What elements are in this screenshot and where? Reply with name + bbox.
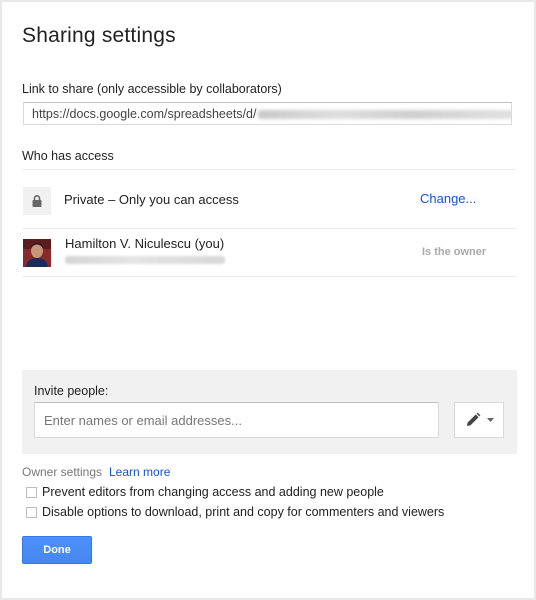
- invite-people-label: Invite people:: [34, 384, 109, 398]
- owner-name: Hamilton V. Niculescu (you): [65, 236, 225, 251]
- lock-icon-box: [23, 187, 51, 215]
- divider: [22, 169, 516, 170]
- who-has-access-label: Who has access: [22, 149, 114, 163]
- redacted-owner-email: [65, 256, 225, 264]
- invite-email-input[interactable]: [34, 402, 439, 438]
- disable-download-checkbox[interactable]: [26, 506, 37, 518]
- avatar: [23, 239, 51, 267]
- prevent-editors-label: Prevent editors from changing access and…: [42, 485, 384, 499]
- divider: [22, 276, 516, 277]
- invite-people-panel: Invite people:: [22, 370, 517, 454]
- sharing-settings-dialog: Sharing settings Link to share (only acc…: [2, 2, 534, 598]
- change-access-link[interactable]: Change...: [420, 191, 476, 206]
- access-level-text: Private – Only you can access: [64, 192, 239, 207]
- done-button[interactable]: Done: [22, 536, 92, 564]
- owner-settings-label: Owner settings: [22, 465, 103, 479]
- owner-role-label: Is the owner: [422, 246, 487, 258]
- lock-icon: [32, 195, 42, 207]
- disable-download-option: Disable options to download, print and c…: [26, 505, 444, 519]
- dialog-title: Sharing settings: [22, 24, 176, 47]
- divider: [22, 228, 516, 229]
- chevron-down-icon: [486, 418, 494, 422]
- permission-dropdown-button[interactable]: [454, 402, 504, 438]
- link-to-share-label: Link to share (only accessible by collab…: [22, 82, 282, 96]
- pencil-icon: [466, 412, 480, 426]
- prevent-editors-option: Prevent editors from changing access and…: [26, 485, 384, 499]
- prevent-editors-checkbox[interactable]: [26, 486, 37, 498]
- share-link-text: https://docs.google.com/spreadsheets/d/: [32, 107, 257, 121]
- share-link-field[interactable]: https://docs.google.com/spreadsheets/d/: [23, 102, 512, 125]
- learn-more-link[interactable]: Learn more: [109, 465, 170, 479]
- disable-download-label: Disable options to download, print and c…: [42, 505, 445, 519]
- redacted-link-id: [258, 110, 511, 120]
